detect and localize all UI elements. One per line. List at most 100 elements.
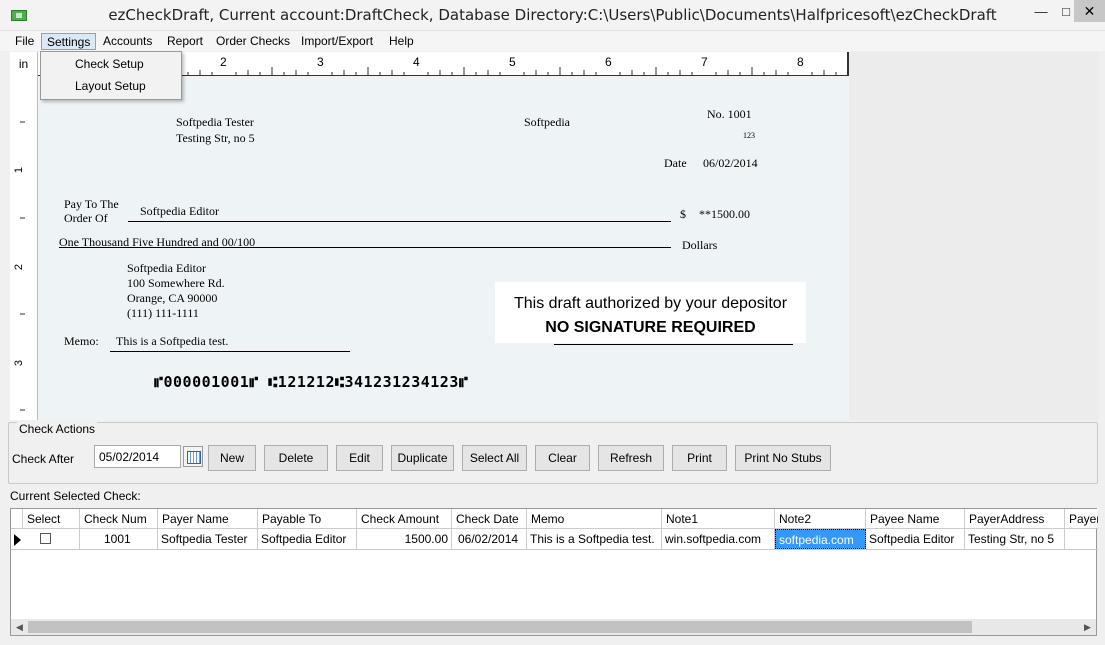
check-actions-legend: Check Actions	[17, 422, 98, 436]
print-no-stubs-button[interactable]: Print No Stubs	[735, 445, 831, 471]
payer-name: Softpedia Tester	[176, 115, 254, 129]
new-button[interactable]: New	[208, 445, 256, 471]
ruler-left-label-1: 1	[13, 166, 26, 174]
title-bar: ezCheckDraft, Current account:DraftCheck…	[0, 0, 1105, 31]
close-button[interactable]: ✕	[1074, 0, 1105, 22]
select-checkbox[interactable]	[40, 533, 51, 544]
edit-button[interactable]: Edit	[336, 445, 383, 471]
date-label: Date	[664, 156, 687, 170]
select-all-button[interactable]: Select All	[462, 445, 527, 471]
memo-text: This is a Softpedia test.	[116, 334, 229, 348]
cell-payer-address[interactable]: Testing Str, no 5	[965, 529, 1065, 549]
check-fraction: 123	[743, 131, 755, 140]
bank-name: Softpedia	[524, 115, 570, 129]
ruler-label-7: 7	[701, 55, 708, 69]
duplicate-button[interactable]: Duplicate	[391, 445, 454, 471]
menu-report[interactable]: Report	[162, 33, 208, 50]
payee-line	[128, 221, 671, 222]
cell-check-amount[interactable]: 1500.00	[357, 529, 452, 549]
cell-check-num[interactable]: 1001	[80, 529, 158, 549]
calendar-icon[interactable]	[183, 446, 203, 467]
cell-payer-name[interactable]: Softpedia Tester	[158, 529, 258, 549]
menu-check-setup[interactable]: Check Setup	[75, 57, 144, 71]
col-payable-to[interactable]: Payable To	[258, 509, 357, 529]
signature-line	[554, 344, 793, 345]
dollar-sign: $	[680, 207, 686, 221]
authorization-notice: This draft authorized by your depositor …	[495, 282, 806, 343]
payer-address: Testing Str, no 5	[176, 131, 255, 145]
scroll-right-icon[interactable]: ▶	[1079, 619, 1096, 635]
ruler-left-label-3: 3	[13, 359, 26, 367]
ruler-label-4: 4	[413, 55, 420, 69]
col-check-amount[interactable]: Check Amount	[357, 509, 452, 529]
ruler-left-label-2: 2	[13, 263, 26, 271]
cell-memo[interactable]: This is a Softpedia test.	[527, 529, 662, 549]
clear-button[interactable]: Clear	[535, 445, 590, 471]
horizontal-scrollbar[interactable]: ◀ ▶	[11, 619, 1096, 635]
ruler-label-8: 8	[797, 55, 804, 69]
menu-layout-setup[interactable]: Layout Setup	[75, 79, 146, 93]
delete-button[interactable]: Delete	[264, 445, 328, 471]
cell-payer-address-2[interactable]	[1065, 529, 1098, 549]
ruler-left-ticks	[20, 121, 25, 411]
menu-file[interactable]: File	[10, 33, 39, 50]
cell-payable-to[interactable]: Softpedia Editor	[258, 529, 357, 549]
memo-label: Memo:	[64, 334, 99, 348]
ruler-label-3: 3	[317, 55, 324, 69]
col-check-num[interactable]: Check Num	[80, 509, 158, 529]
ruler-label-6: 6	[605, 55, 612, 69]
current-selected-check-label: Current Selected Check:	[10, 489, 141, 503]
ruler-left: 1 2 3	[10, 76, 38, 420]
amount-words-line	[59, 247, 671, 248]
refresh-button[interactable]: Refresh	[598, 445, 664, 471]
cell-note2[interactable]: softpedia.com	[775, 529, 866, 549]
settings-dropdown: Check Setup Layout Setup	[40, 51, 182, 100]
window-title: ezCheckDraft, Current account:DraftCheck…	[108, 6, 997, 24]
cell-note1[interactable]: win.softpedia.com	[662, 529, 775, 549]
ruler-label-2: 2	[220, 55, 227, 69]
check-number: No. 1001	[707, 107, 752, 121]
pay-to-label: Pay To The	[64, 197, 119, 211]
payee-address-line-2: 100 Somewhere Rd.	[127, 276, 225, 290]
workspace-background	[849, 52, 1099, 420]
payee-address-line-3: Orange, CA 90000	[127, 291, 218, 305]
table-row[interactable]: 1001 Softpedia Tester Softpedia Editor 1…	[11, 529, 1098, 550]
scroll-left-icon[interactable]: ◀	[11, 619, 28, 635]
scrollbar-thumb[interactable]	[28, 621, 972, 633]
notice-line-1: This draft authorized by your depositor	[513, 295, 788, 312]
memo-line	[110, 351, 350, 352]
col-payer-name[interactable]: Payer Name	[158, 509, 258, 529]
col-payee-name[interactable]: Payee Name	[866, 509, 965, 529]
menu-accounts[interactable]: Accounts	[98, 33, 157, 50]
menu-order-checks[interactable]: Order Checks	[211, 33, 295, 50]
check-amount: **1500.00	[699, 207, 750, 221]
check-after-label: Check After	[12, 452, 75, 466]
minimize-button[interactable]: —	[1027, 0, 1055, 22]
menu-import-export[interactable]: Import/Export	[296, 33, 378, 50]
col-note2[interactable]: Note2	[775, 509, 866, 529]
order-of-label: Order Of	[64, 211, 108, 225]
ruler-unit: in	[10, 52, 38, 76]
cell-check-date[interactable]: 06/02/2014	[452, 529, 527, 549]
payee-address-line-1: Softpedia Editor	[127, 261, 206, 275]
col-memo[interactable]: Memo	[527, 509, 662, 529]
col-check-date[interactable]: Check Date	[452, 509, 527, 529]
check-date: 06/02/2014	[703, 156, 758, 170]
menu-settings[interactable]: Settings	[41, 33, 97, 50]
cell-select[interactable]	[23, 529, 80, 549]
col-payer-address-2[interactable]: PayerA	[1065, 509, 1098, 529]
checks-grid: Select Check Num Payer Name Payable To C…	[10, 508, 1098, 636]
print-button[interactable]: Print	[672, 445, 727, 471]
cell-payee-name[interactable]: Softpedia Editor	[866, 529, 965, 549]
payee-address-line-4: (111) 111-1111	[127, 306, 199, 320]
col-payer-address[interactable]: PayerAddress	[965, 509, 1065, 529]
row-pointer-icon	[14, 534, 21, 546]
ruler-label-5: 5	[509, 55, 516, 69]
check-after-input[interactable]: 05/02/2014	[94, 445, 181, 468]
row-header-corner	[11, 509, 23, 529]
col-note1[interactable]: Note1	[662, 509, 775, 529]
micr-line: ⑈000001001⑈ ⑆121212⑆341231234123⑈	[154, 373, 469, 391]
payee-name: Softpedia Editor	[140, 204, 219, 218]
menu-help[interactable]: Help	[384, 33, 419, 50]
col-select[interactable]: Select	[23, 509, 80, 529]
